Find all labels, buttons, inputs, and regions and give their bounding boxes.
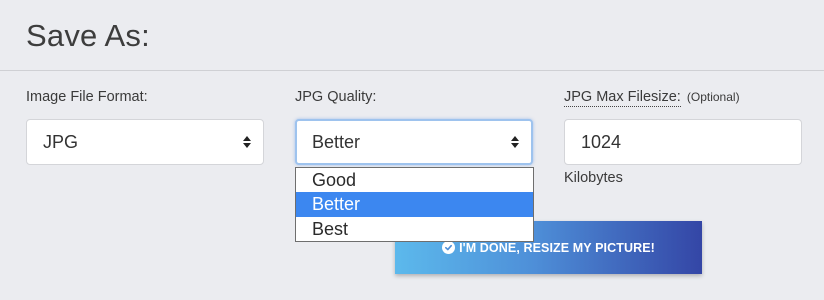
filesize-label-text: JPG Max Filesize:	[564, 89, 681, 107]
format-label: Image File Format:	[26, 89, 148, 105]
format-select-value: JPG	[43, 131, 79, 152]
dropdown-option-better[interactable]: Better	[296, 192, 533, 217]
quality-select[interactable]: Better	[295, 119, 533, 165]
filesize-input-value: 1024	[581, 131, 622, 152]
quality-dropdown-list: Good Better Best	[295, 167, 534, 242]
check-circle-icon	[442, 241, 456, 254]
quality-label: JPG Quality:	[295, 89, 377, 105]
page-title: Save As:	[26, 18, 150, 53]
dropdown-option-good[interactable]: Good	[296, 168, 533, 192]
dropdown-option-best[interactable]: Best	[296, 217, 533, 241]
select-arrows-icon	[511, 136, 519, 148]
filesize-label: JPG Max Filesize: (Optional)	[564, 89, 740, 107]
filesize-optional-note: (Optional)	[686, 90, 740, 104]
divider	[0, 70, 824, 71]
filesize-input[interactable]: 1024	[564, 119, 802, 165]
select-arrows-icon	[243, 136, 251, 148]
resize-button-label: I'M DONE, RESIZE MY PICTURE!	[459, 240, 655, 255]
quality-select-value: Better	[312, 131, 361, 152]
format-select[interactable]: JPG	[26, 119, 264, 165]
filesize-unit-label: Kilobytes	[564, 170, 623, 186]
